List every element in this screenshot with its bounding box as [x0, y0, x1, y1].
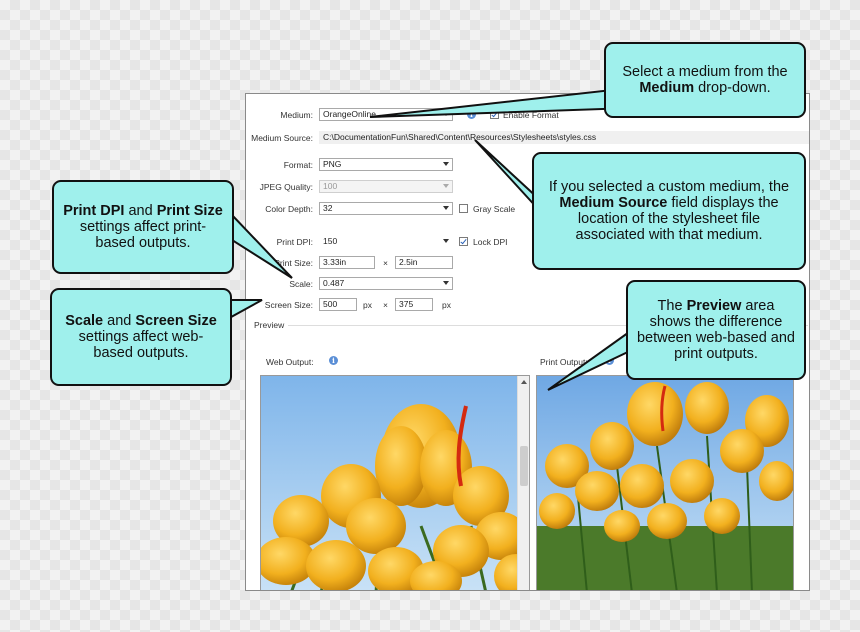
callout-scale: Scale and Screen Size settings affect we… [50, 288, 232, 386]
callout-print-dpi: Print DPI and Print Size settings affect… [52, 180, 234, 274]
callout-preview: The Preview area shows the difference be… [626, 280, 806, 380]
callout-medium: Select a medium from the Medium drop-dow… [604, 42, 806, 118]
callout-medium-source: If you selected a custom medium, the Med… [532, 152, 806, 270]
